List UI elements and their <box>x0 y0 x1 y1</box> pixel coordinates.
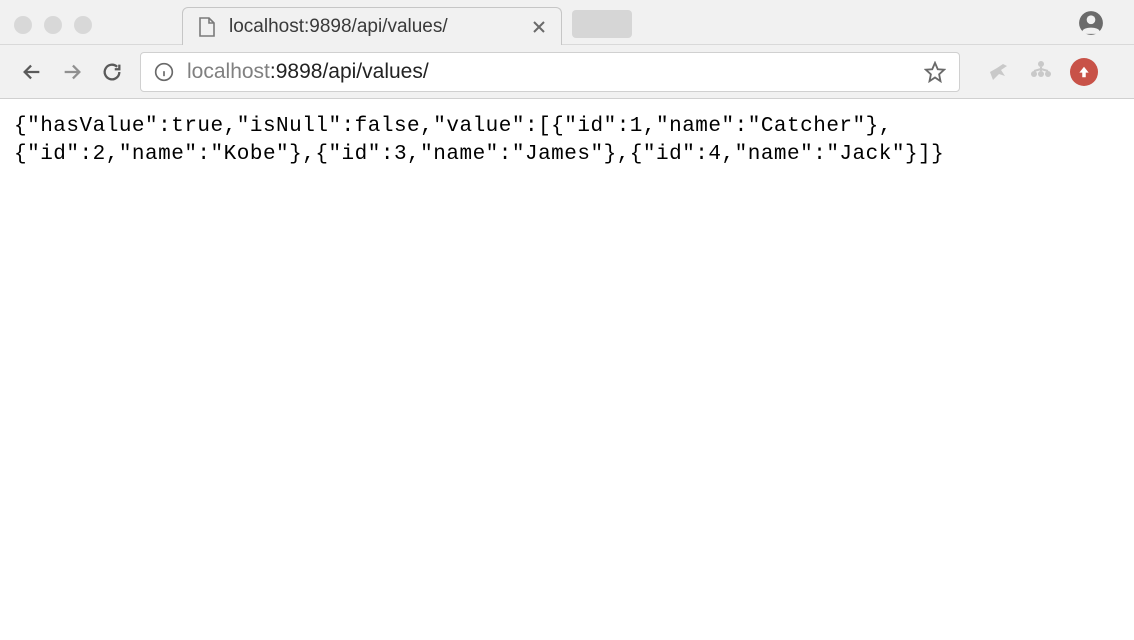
url-path: :9898/api/values/ <box>270 60 429 83</box>
browser-tab[interactable]: localhost:9898/api/values/ <box>182 7 562 45</box>
url-host: localhost <box>187 60 270 83</box>
window-controls <box>14 16 92 34</box>
tab-close-button[interactable] <box>531 19 547 35</box>
url-text: localhost:9898/api/values/ <box>187 60 911 84</box>
profile-icon[interactable] <box>1078 10 1104 36</box>
address-bar[interactable]: localhost:9898/api/values/ <box>140 52 960 92</box>
forward-button[interactable] <box>60 60 84 84</box>
site-info-icon[interactable] <box>153 61 175 83</box>
extension-bird-icon[interactable] <box>986 59 1012 85</box>
extension-tree-icon[interactable] <box>1028 59 1054 85</box>
extension-upload-icon[interactable] <box>1070 58 1098 86</box>
back-button[interactable] <box>20 60 44 84</box>
tab-title: localhost:9898/api/values/ <box>229 16 448 38</box>
reload-button[interactable] <box>100 60 124 84</box>
tab-bar: localhost:9898/api/values/ <box>0 0 1134 44</box>
new-tab-button[interactable] <box>572 10 632 38</box>
browser-chrome: localhost:9898/api/values/ localhost:989… <box>0 0 1134 99</box>
page-icon <box>197 17 217 37</box>
extension-icons <box>986 58 1098 86</box>
bookmark-star-icon[interactable] <box>923 60 947 84</box>
minimize-window-button[interactable] <box>44 16 62 34</box>
maximize-window-button[interactable] <box>74 16 92 34</box>
close-window-button[interactable] <box>14 16 32 34</box>
response-body: {"hasValue":true,"isNull":false,"value":… <box>0 99 1134 184</box>
browser-toolbar: localhost:9898/api/values/ <box>0 44 1134 98</box>
